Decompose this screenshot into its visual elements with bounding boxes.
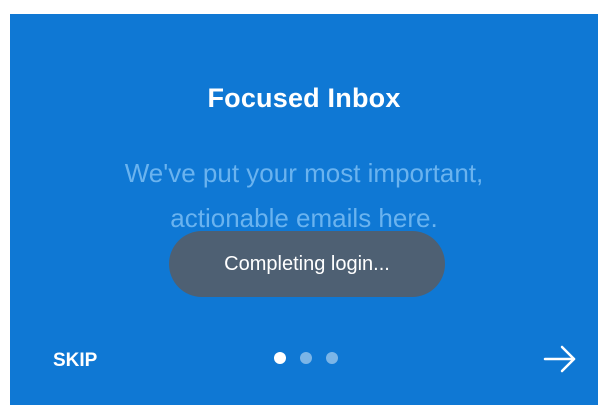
loading-toast: Completing login...	[169, 231, 445, 297]
page-title: Focused Inbox	[207, 83, 401, 113]
page-dot-2[interactable]	[300, 352, 312, 364]
page-indicator	[274, 352, 338, 364]
page-dot-3[interactable]	[326, 352, 338, 364]
description-line-1: We've put your most important,	[124, 158, 484, 188]
page-dot-1[interactable]	[274, 352, 286, 364]
next-button[interactable]	[543, 344, 577, 374]
onboarding-screen: Focused Inbox We've put your most import…	[10, 14, 598, 405]
app-window: Focused Inbox We've put your most import…	[0, 0, 598, 405]
onboarding-description: We've put your most important, actionabl…	[50, 151, 558, 241]
arrow-right-icon	[543, 345, 576, 373]
skip-button[interactable]: SKIP	[53, 350, 97, 372]
